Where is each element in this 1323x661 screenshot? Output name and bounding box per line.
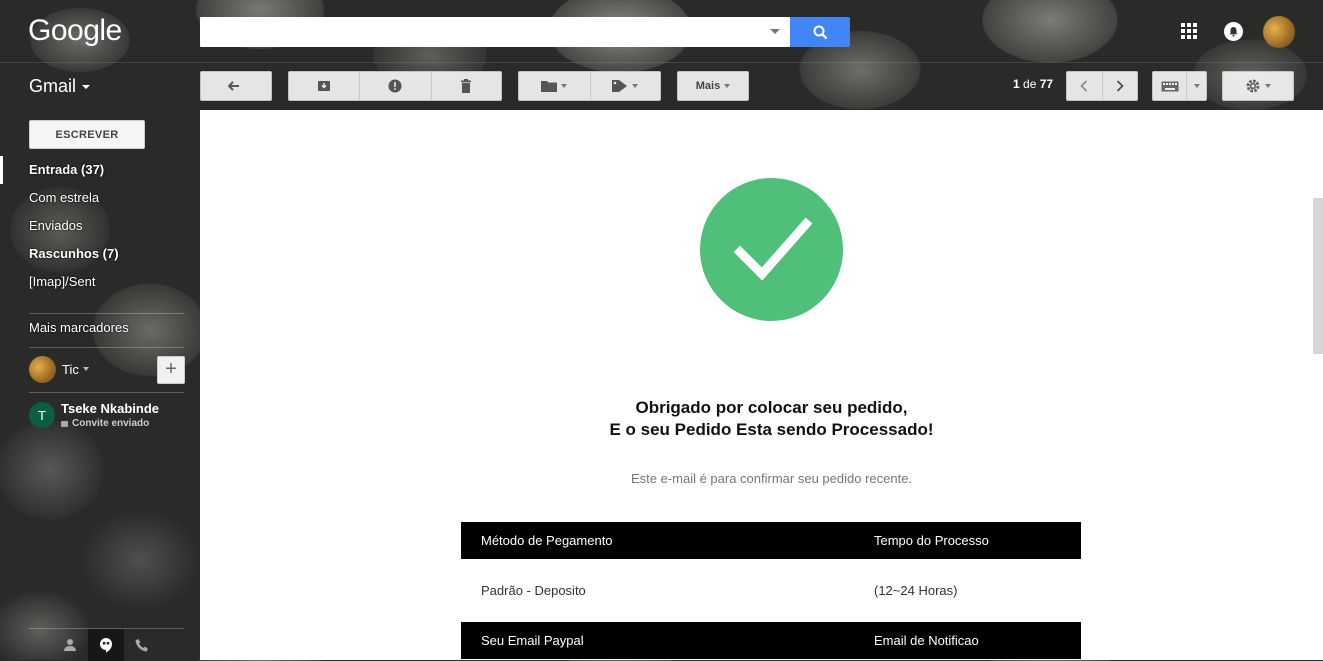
more-button[interactable]: Mais <box>678 72 748 100</box>
gmail-label: Gmail <box>29 76 77 96</box>
account-avatar[interactable] <box>1263 16 1295 48</box>
move-label-group <box>518 71 661 101</box>
spam-icon <box>388 79 402 93</box>
google-logo[interactable]: Google <box>28 14 122 48</box>
search-button[interactable] <box>790 17 850 47</box>
sidebar: ESCREVER Entrada (37) Com estrela Enviad… <box>0 110 200 661</box>
archive-icon <box>318 81 331 91</box>
table-cell: (12~24 Horas) <box>874 583 958 598</box>
sidebar-item-drafts[interactable]: Rascunhos (7) <box>0 240 200 268</box>
table-header: Seu Email Paypal Email de Notificao <box>461 622 1081 659</box>
report-spam-button[interactable] <box>360 72 432 100</box>
chevron-down-icon <box>1265 84 1271 88</box>
chevron-right-icon <box>1116 80 1124 92</box>
back-button[interactable] <box>201 72 271 100</box>
trash-icon <box>461 79 472 93</box>
contact-name: Tseke Nkabinde <box>61 401 160 416</box>
labels-button[interactable] <box>591 72 661 100</box>
column-header: Método de Pegamento <box>481 533 613 548</box>
input-tools-group <box>1152 71 1207 101</box>
hangouts-tab[interactable] <box>88 629 124 661</box>
column-header: Email de Notificao <box>874 633 979 648</box>
heading-line-1: Obrigado por colocar seu pedido, <box>635 398 908 417</box>
hangouts-avatar <box>29 355 56 383</box>
chevron-down-icon <box>82 367 89 371</box>
move-to-button[interactable] <box>519 72 591 100</box>
label-tag-icon <box>612 80 628 92</box>
more-group: Mais <box>677 71 749 101</box>
chevron-down-icon <box>561 84 568 88</box>
newer-button[interactable] <box>1067 72 1103 100</box>
email-body: Obrigado por colocar seu pedido, E o seu… <box>200 110 1323 660</box>
hangouts-tabs <box>29 628 184 661</box>
more-label: Mais <box>695 80 721 92</box>
scrollbar[interactable] <box>1313 198 1323 354</box>
email-heading: Obrigado por colocar seu pedido, E o seu… <box>200 397 1323 441</box>
chevron-down-icon <box>724 84 731 88</box>
compose-button[interactable]: ESCREVER <box>29 120 145 149</box>
message-actions-group <box>288 71 502 101</box>
search-options-chevron-icon[interactable] <box>770 29 780 34</box>
email-subtext: Este e-mail é para confirmar seu pedido … <box>630 471 913 486</box>
older-button[interactable] <box>1103 72 1138 100</box>
archive-button[interactable] <box>289 72 361 100</box>
input-tools-dropdown[interactable] <box>1187 72 1206 100</box>
input-tools-button[interactable] <box>1153 72 1188 100</box>
table-header: Método de Pegamento Tempo do Processo <box>461 522 1081 559</box>
more-labels-link[interactable]: Mais marcadores <box>29 320 129 335</box>
divider <box>29 392 184 393</box>
hangouts-icon <box>100 638 112 653</box>
search-input[interactable] <box>200 17 776 47</box>
sidebar-item-inbox[interactable]: Entrada (37) <box>0 156 200 184</box>
sidebar-item-imap-sent[interactable]: [Imap]/Sent <box>0 268 200 296</box>
back-arrow-icon <box>228 81 239 91</box>
success-checkmark-icon <box>700 178 843 321</box>
notifications-bell-icon[interactable] <box>1224 22 1243 41</box>
folder-list: Entrada (37) Com estrela Enviados Rascun… <box>0 156 200 296</box>
folder-icon <box>541 81 558 92</box>
back-button-group <box>200 71 272 101</box>
sidebar-item-starred[interactable]: Com estrela <box>0 184 200 212</box>
hangouts-user-name: Tic <box>62 361 79 377</box>
apps-grid-icon[interactable] <box>1181 23 1197 39</box>
gmail-menu[interactable]: Gmail <box>29 76 91 97</box>
chevron-down-icon <box>82 84 91 89</box>
divider <box>29 347 184 348</box>
sidebar-item-sent[interactable]: Enviados <box>0 212 200 240</box>
settings-button[interactable] <box>1223 72 1293 100</box>
phone-icon <box>135 639 148 652</box>
settings-group <box>1222 71 1294 101</box>
pagination-text: 1 de 77 <box>1013 77 1054 91</box>
chevron-down-icon <box>1193 84 1200 88</box>
gear-icon <box>1246 79 1260 93</box>
table-cell: Padrão - Deposito <box>481 583 586 598</box>
search-icon <box>813 25 827 39</box>
top-bar: Google <box>0 0 1323 62</box>
new-conversation-button[interactable]: + <box>157 356 185 384</box>
chevron-down-icon <box>632 84 639 88</box>
lock-icon <box>61 420 68 427</box>
order-table: Método de Pegamento Tempo do Processo Pa… <box>461 522 1081 659</box>
divider <box>29 313 184 314</box>
contacts-tab[interactable] <box>52 629 88 661</box>
column-header: Tempo do Processo <box>874 533 989 548</box>
column-header: Seu Email Paypal <box>481 633 584 648</box>
keyboard-icon <box>1161 81 1179 91</box>
contact-status: Convite enviado <box>72 418 150 429</box>
search-box[interactable] <box>200 17 790 47</box>
pager-nav-group <box>1066 71 1138 101</box>
heading-line-2: E o seu Pedido Esta sendo Processado! <box>609 420 934 439</box>
contact-item[interactable]: T Tseke Nkabinde Convite enviado <box>29 401 159 429</box>
contact-avatar: T <box>29 402 55 428</box>
delete-button[interactable] <box>432 72 501 100</box>
phone-tab[interactable] <box>124 629 160 661</box>
person-icon <box>64 639 76 651</box>
table-row: Padrão - Deposito (12~24 Horas) <box>461 559 1081 622</box>
chevron-left-icon <box>1080 80 1088 92</box>
